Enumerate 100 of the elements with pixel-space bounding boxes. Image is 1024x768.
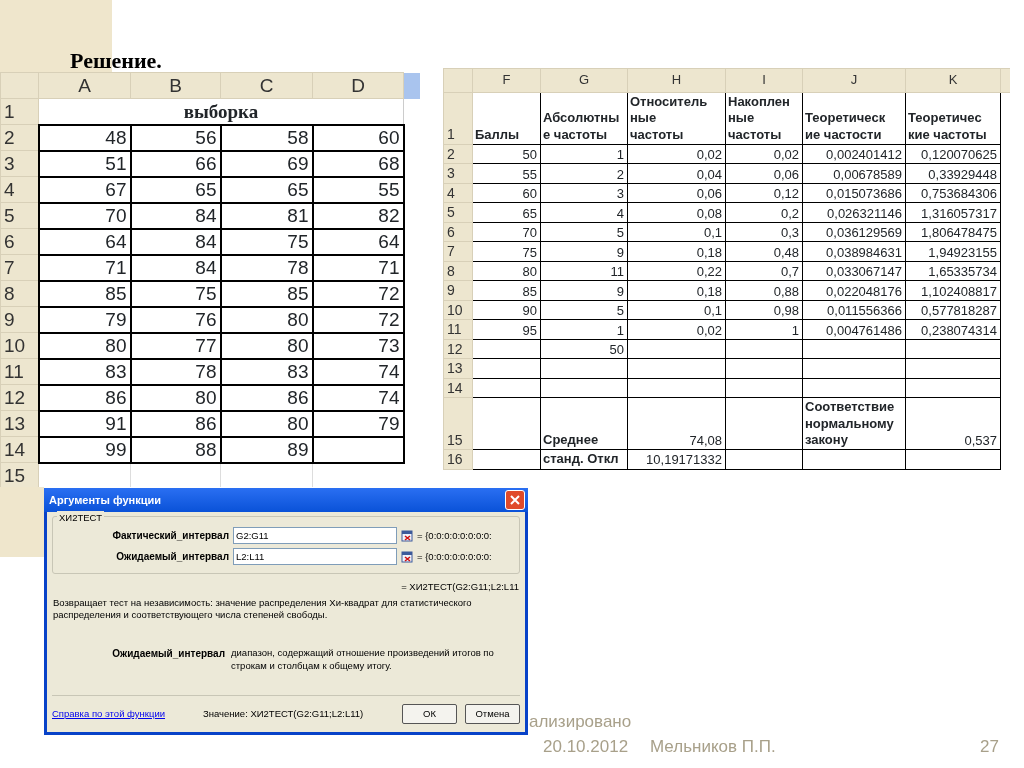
- range-select-icon[interactable]: [401, 550, 413, 563]
- column-header: C: [220, 72, 313, 99]
- table-cell: 0,577818287: [905, 300, 1001, 320]
- table-cell: 0,026321146: [802, 202, 906, 223]
- table-cell: 74: [312, 384, 404, 411]
- table-cell: 5: [540, 300, 628, 320]
- table-cell: 60: [312, 124, 404, 151]
- table-cell: 78: [220, 254, 313, 281]
- table-cell: 71: [38, 254, 131, 281]
- table-cell: 72: [312, 306, 404, 333]
- table-cell: 65: [130, 176, 221, 203]
- row-header: 7: [0, 254, 39, 281]
- row-header: 15: [443, 397, 473, 450]
- page-number: 27: [980, 736, 999, 758]
- table-cell: 60: [472, 183, 541, 203]
- table-cell: 85: [472, 280, 541, 301]
- table-cell: 86: [38, 384, 131, 411]
- table-cell: 0,98: [725, 300, 803, 320]
- close-button[interactable]: [505, 490, 525, 510]
- table-cell: 11: [540, 261, 628, 281]
- table-cell: 0,011556366: [802, 300, 906, 320]
- table-cell: 1,806478475: [905, 222, 1001, 242]
- table-cell: 95: [472, 319, 541, 340]
- table-cell: 50: [540, 339, 628, 359]
- row-header: 14: [0, 436, 39, 463]
- table-cell: 80: [472, 261, 541, 281]
- table-cell: 0,753684306: [905, 183, 1001, 203]
- table-cell: 0,015073686: [802, 183, 906, 203]
- table-cell: 0,3: [725, 222, 803, 242]
- table-cell: 80: [130, 384, 221, 411]
- table-cell: 51: [38, 150, 131, 177]
- column-header: K: [905, 68, 1001, 93]
- table-cell: 9: [540, 280, 628, 301]
- table-cell: 71: [312, 254, 404, 281]
- table-cell: Абсолютны е частоты: [540, 92, 628, 145]
- table-cell: 0,18: [627, 280, 726, 301]
- row-header: 6: [0, 228, 39, 255]
- row-header: 3: [0, 150, 39, 177]
- table-cell: 55: [472, 163, 541, 184]
- table-cell: 1,94923155: [905, 241, 1001, 262]
- table-cell: 0,7: [725, 261, 803, 281]
- table-cell: Соответствие нормальному закону: [802, 397, 906, 450]
- table-cell: 89: [220, 436, 313, 463]
- argument-description: диапазон, содержащий отношение произведений итогов по строкам и столбцам к общему итогу.: [231, 647, 495, 672]
- column-header: J: [802, 68, 906, 93]
- column-header: G: [540, 68, 628, 93]
- table-cell: 0,002401412: [802, 144, 906, 164]
- footer-date: 20.10.2012: [543, 736, 629, 758]
- column-header: H: [627, 68, 726, 93]
- row-header: 15: [0, 462, 39, 487]
- table-cell: 0,00678589: [802, 163, 906, 184]
- table-cell: 58: [220, 124, 313, 151]
- table-cell: 83: [38, 358, 131, 385]
- table-cell: 90: [472, 300, 541, 320]
- help-link[interactable]: Справка по этой функции: [52, 706, 165, 722]
- table-cell: 0,33929448: [905, 163, 1001, 184]
- dialog-button[interactable]: ОК: [402, 704, 457, 724]
- table-cell: 85: [38, 280, 131, 307]
- table-cell: 88: [130, 436, 221, 463]
- table-cell: 0,08: [627, 202, 726, 223]
- table-cell: 86: [220, 384, 313, 411]
- table-cell: 3: [540, 183, 628, 203]
- table-cell: 1,316057317: [905, 202, 1001, 223]
- table-cell: 73: [312, 332, 404, 359]
- table-cell: 77: [130, 332, 221, 359]
- table-cell: 80: [220, 332, 313, 359]
- table-cell: 64: [38, 228, 131, 255]
- table-cell: 65: [472, 202, 541, 223]
- table-cell: 84: [130, 202, 221, 229]
- table-cell: 76: [130, 306, 221, 333]
- table-cell: 0,537: [905, 397, 1001, 450]
- dialog-button[interactable]: Отмена: [465, 704, 520, 724]
- table-cell: 1: [540, 319, 628, 340]
- table-cell: 0,02: [627, 144, 726, 164]
- table-cell: Баллы: [472, 92, 541, 145]
- table-cell: 82: [312, 202, 404, 229]
- table-cell: 0,120070625: [905, 144, 1001, 164]
- table-cell: 72: [312, 280, 404, 307]
- column-header: I: [725, 68, 803, 93]
- row-header: 11: [0, 358, 39, 385]
- table-cell: 74,08: [627, 397, 726, 450]
- table-cell: 0,004761486: [802, 319, 906, 340]
- table-cell: 0,2: [725, 202, 803, 223]
- table-cell: 75: [130, 280, 221, 307]
- range-select-icon[interactable]: [401, 529, 413, 542]
- row-header: 8: [0, 280, 39, 307]
- table-cell: 1,102408817: [905, 280, 1001, 301]
- table-cell: 1: [540, 144, 628, 164]
- table-cell: 0,038984631: [802, 241, 906, 262]
- table-cell: 80: [220, 306, 313, 333]
- table-cell: 85: [220, 280, 313, 307]
- input-field[interactable]: G2:G11: [233, 527, 397, 545]
- input-field[interactable]: L2:L11: [233, 548, 397, 566]
- row-header: 5: [0, 202, 39, 229]
- table-cell: 84: [130, 254, 221, 281]
- table-cell: 56: [130, 124, 221, 151]
- table-cell: 0,036129569: [802, 222, 906, 242]
- slide-title: Решение.: [70, 47, 162, 75]
- table-cell: 68: [312, 150, 404, 177]
- column-header: B: [130, 72, 221, 99]
